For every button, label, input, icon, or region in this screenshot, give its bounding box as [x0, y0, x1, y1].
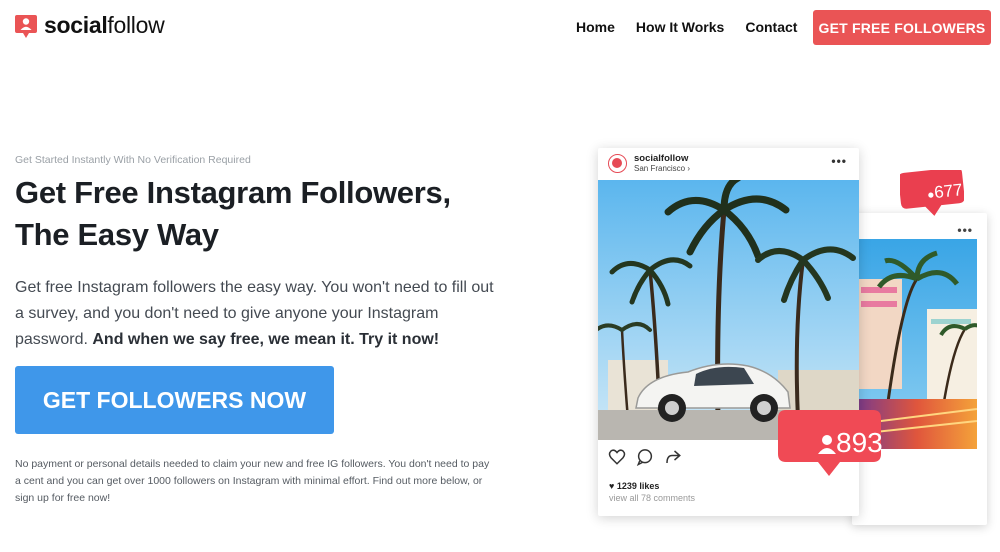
disclaimer-text: No payment or personal details needed to…: [15, 458, 490, 504]
logo-pin-icon: [14, 14, 38, 38]
hero-description: Get free Instagram followers the easy wa…: [15, 275, 505, 353]
get-followers-now-button[interactable]: GET FOLLOWERS NOW: [15, 366, 334, 434]
heart-icon[interactable]: [608, 448, 626, 466]
follower-count-small: ●677: [926, 180, 964, 203]
logo-text: socialfollow: [44, 12, 165, 38]
instagram-post-mockup-back: •••: [852, 213, 987, 525]
get-free-followers-button[interactable]: GET FREE FOLLOWERS: [813, 10, 991, 45]
headline-line-1: Get Free Instagram Followers,: [15, 175, 451, 210]
avatar: [608, 154, 627, 173]
chevron-right-icon: ›: [687, 164, 691, 173]
share-icon[interactable]: [664, 448, 682, 466]
nav-contact[interactable]: Contact: [745, 19, 797, 35]
nav-how-it-works[interactable]: How It Works: [636, 19, 724, 35]
post-photo-palm-car: [598, 180, 859, 440]
logo[interactable]: socialfollow: [14, 12, 165, 39]
heart-icon: ♥: [609, 481, 615, 491]
hero-kicker: Get Started Instantly With No Verificati…: [15, 154, 251, 166]
post-username: socialfollow: [634, 153, 689, 164]
site-header: socialfollow Home How It Works Contact G…: [0, 0, 1000, 56]
post-likes: ♥ 1239 likes: [609, 481, 660, 491]
post-location: San Francisco ›: [634, 164, 691, 173]
follower-count-big: 893: [818, 427, 883, 461]
hero-description-emphasis: And when we say free, we mean it. Try it…: [92, 331, 440, 348]
post-actions: [608, 448, 708, 468]
user-icon: [818, 429, 836, 461]
page-title: Get Free Instagram Followers, The Easy W…: [15, 172, 535, 256]
comment-icon[interactable]: [636, 448, 654, 467]
post-comments-link[interactable]: view all 78 comments: [609, 493, 695, 503]
nav-home[interactable]: Home: [576, 19, 615, 35]
post-header: socialfollow San Francisco › •••: [598, 148, 859, 180]
more-dots-icon: •••: [957, 223, 973, 237]
more-dots-icon: •••: [831, 154, 847, 168]
headline-line-2: The Easy Way: [15, 217, 219, 252]
